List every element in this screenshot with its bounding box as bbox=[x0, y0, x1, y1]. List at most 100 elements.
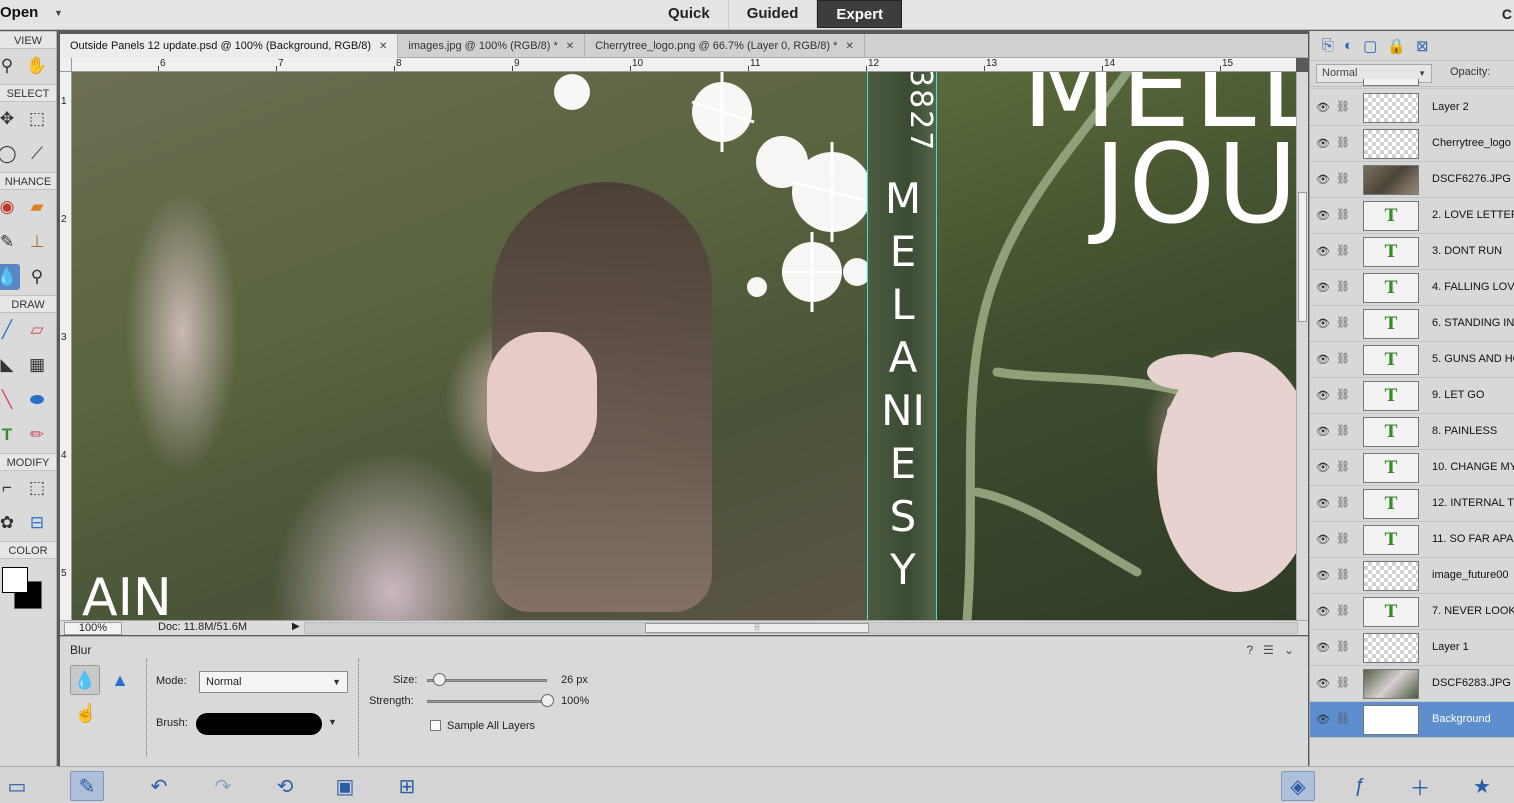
layer-thumbnail[interactable]: T bbox=[1363, 417, 1419, 447]
visibility-eye-icon[interactable]: 👁 bbox=[1316, 317, 1330, 330]
layer-name[interactable]: 8. PAINLESS bbox=[1432, 425, 1497, 437]
link-chain-icon[interactable]: ⛓ bbox=[1336, 100, 1350, 113]
link-chain-icon[interactable]: ⛓ bbox=[1336, 172, 1350, 185]
help-icon[interactable]: ? bbox=[1246, 643, 1253, 657]
recompose-tool-icon[interactable]: ⬚ bbox=[24, 475, 50, 501]
link-chain-icon[interactable]: ⛓ bbox=[1336, 568, 1350, 581]
lock-icon[interactable]: 🔒 bbox=[1387, 37, 1406, 55]
canvas-horizontal-scrollbar[interactable]: ⦙⦙⦙ bbox=[304, 622, 1298, 634]
layer-thumbnail[interactable] bbox=[1363, 93, 1419, 123]
visibility-eye-icon[interactable]: 👁 bbox=[1316, 101, 1330, 114]
hand-tool-icon[interactable]: ✋ bbox=[24, 53, 50, 79]
layer-name[interactable]: Cherrytree_logo bbox=[1432, 137, 1511, 149]
layer-thumbnail[interactable]: T bbox=[1363, 201, 1419, 231]
ruler-origin[interactable] bbox=[60, 58, 72, 72]
link-chain-icon[interactable]: ⛓ bbox=[1336, 640, 1350, 653]
link-chain-icon[interactable]: ⛓ bbox=[1336, 316, 1350, 329]
visibility-eye-icon[interactable]: 👁 bbox=[1316, 353, 1330, 366]
organizer-icon[interactable]: ⊞ bbox=[390, 771, 424, 801]
layer-name[interactable]: 5. GUNS AND HC bbox=[1432, 353, 1514, 365]
visibility-eye-icon[interactable]: 👁 bbox=[1316, 605, 1330, 618]
tab-quick[interactable]: Quick bbox=[650, 0, 729, 28]
strength-slider[interactable] bbox=[427, 700, 547, 703]
layer-row[interactable]: 👁 ⛓ DSCF6283.JPG bbox=[1310, 666, 1514, 702]
visibility-eye-icon[interactable]: 👁 bbox=[1316, 425, 1330, 438]
strength-slider-handle[interactable] bbox=[540, 694, 554, 707]
layer-row[interactable]: 👁 ⛓ T 6. STANDING IN bbox=[1310, 306, 1514, 342]
doc-tab[interactable]: Cherrytree_logo.png @ 66.7% (Layer 0, RG… bbox=[585, 34, 865, 58]
horizontal-ruler[interactable]: 6 7 8 9 10 11 12 13 14 15 bbox=[72, 58, 1296, 72]
rotate-icon[interactable]: ⟲ bbox=[268, 771, 302, 801]
visibility-eye-icon[interactable]: 👁 bbox=[1316, 281, 1330, 294]
layer-thumbnail[interactable]: T bbox=[1363, 453, 1419, 483]
layer-name[interactable]: 7. NEVER LOOK bbox=[1432, 605, 1514, 617]
mode-dropdown[interactable]: Normal ▼ bbox=[199, 671, 348, 693]
layer-thumbnail[interactable] bbox=[1363, 165, 1419, 195]
visibility-eye-icon[interactable]: 👁 bbox=[1316, 713, 1330, 726]
layer-row[interactable]: 👁 ⛓ T 5. GUNS AND HC bbox=[1310, 342, 1514, 378]
blur-tool-button[interactable]: 💧 bbox=[70, 665, 100, 695]
eraser-tool-icon[interactable]: ▱ bbox=[24, 317, 50, 343]
layer-thumbnail[interactable]: T bbox=[1363, 237, 1419, 267]
link-chain-icon[interactable]: ⛓ bbox=[1336, 352, 1350, 365]
layer-row[interactable]: 👁 ⛓ image_future00 bbox=[1310, 558, 1514, 594]
visibility-eye-icon[interactable]: 👁 bbox=[1316, 245, 1330, 258]
straighten-tool-icon[interactable]: ⊟ bbox=[24, 510, 50, 536]
add-graphics-icon[interactable]: ＋ bbox=[1403, 771, 1437, 801]
redo-icon[interactable]: ↷ bbox=[206, 771, 240, 801]
link-chain-icon[interactable]: ⛓ bbox=[1336, 712, 1350, 725]
link-chain-icon[interactable]: ⛓ bbox=[1336, 136, 1350, 149]
layer-name[interactable]: DSCF6276.JPG bbox=[1432, 173, 1511, 185]
move-tool-icon[interactable]: ✥ bbox=[0, 106, 20, 132]
close-icon[interactable]: ✕ bbox=[566, 41, 574, 52]
spot-healing-tool-icon[interactable]: ▰ bbox=[24, 194, 50, 220]
open-dropdown-icon[interactable]: ▼ bbox=[54, 8, 63, 18]
paint-bucket-tool-icon[interactable]: ◣ bbox=[0, 352, 20, 378]
doc-tab[interactable]: Outside Panels 12 update.psd @ 100% (Bac… bbox=[60, 34, 399, 58]
layer-row[interactable]: 👁 ⛓ Background bbox=[1310, 702, 1514, 738]
lasso-tool-icon[interactable]: ◯ bbox=[0, 141, 20, 167]
layer-name[interactable]: 12. INTERNAL TE bbox=[1432, 497, 1514, 509]
create-menu-label[interactable]: C bbox=[1502, 6, 1512, 22]
foreground-color-swatch[interactable] bbox=[2, 567, 28, 593]
layer-mask-icon[interactable]: ▢ bbox=[1363, 37, 1377, 55]
type-tool-icon[interactable]: T bbox=[0, 422, 20, 448]
zoom-tool-icon[interactable]: ⚲ bbox=[0, 53, 20, 79]
layer-name[interactable]: 4. FALLING LOV bbox=[1432, 281, 1514, 293]
visibility-eye-icon[interactable]: 👁 bbox=[1316, 137, 1330, 150]
layer-thumbnail[interactable]: T bbox=[1363, 381, 1419, 411]
zoom-level-field[interactable]: 100% bbox=[64, 622, 122, 635]
scroll-thumb[interactable]: ⦙⦙⦙ bbox=[645, 623, 869, 633]
tab-expert[interactable]: Expert bbox=[817, 0, 903, 28]
canvas-vertical-scrollbar[interactable] bbox=[1296, 72, 1308, 620]
link-chain-icon[interactable]: ⛓ bbox=[1336, 388, 1350, 401]
doc-tab[interactable]: images.jpg @ 100% (RGB/8) * ✕ bbox=[398, 34, 586, 58]
link-chain-icon[interactable]: ⛓ bbox=[1336, 244, 1350, 257]
collapse-chevron-icon[interactable]: ⌄ bbox=[1284, 643, 1294, 657]
effects-fx-icon[interactable]: ƒ bbox=[1343, 771, 1377, 801]
link-chain-icon[interactable]: ⛓ bbox=[1336, 676, 1350, 689]
smudge-tool-button[interactable]: ☝ bbox=[74, 699, 98, 727]
layer-row[interactable]: 👁 ⛓ T 8. PAINLESS bbox=[1310, 414, 1514, 450]
link-chain-icon[interactable]: ⛓ bbox=[1336, 208, 1350, 221]
link-chain-icon[interactable]: ⛓ bbox=[1336, 496, 1350, 509]
visibility-eye-icon[interactable]: 👁 bbox=[1316, 677, 1330, 690]
layer-row[interactable]: 👁 ⛓ T 12. INTERNAL TE bbox=[1310, 486, 1514, 522]
scroll-thumb[interactable] bbox=[1298, 192, 1307, 322]
layer-thumbnail[interactable] bbox=[1363, 129, 1419, 159]
quick-selection-tool-icon[interactable]: ⟋ bbox=[24, 141, 50, 167]
close-icon[interactable]: ✕ bbox=[379, 41, 387, 52]
visibility-eye-icon[interactable]: 👁 bbox=[1316, 641, 1330, 654]
visibility-eye-icon[interactable]: 👁 bbox=[1316, 461, 1330, 474]
document-canvas[interactable]: AIN 3827 MELANIESY MELL JOU bbox=[72, 72, 1296, 620]
sharpen-tool-button[interactable]: ▲ bbox=[108, 665, 132, 695]
link-chain-icon[interactable]: ⛓ bbox=[1336, 532, 1350, 545]
shape-tool-icon[interactable]: ⬬ bbox=[24, 387, 50, 413]
layer-row[interactable]: 👁 ⛓ T 9. LET GO bbox=[1310, 378, 1514, 414]
link-chain-icon[interactable]: ⛓ bbox=[1336, 604, 1350, 617]
eyedropper-tool-icon[interactable]: ╲ bbox=[0, 387, 20, 413]
layer-name[interactable]: 3. DONT RUN bbox=[1432, 245, 1502, 257]
layer-row[interactable]: 👁 ⛓ T 7. NEVER LOOK bbox=[1310, 594, 1514, 630]
layer-thumbnail[interactable] bbox=[1363, 633, 1419, 663]
layer-row[interactable]: 👁 ⛓ Layer 2 bbox=[1310, 90, 1514, 126]
